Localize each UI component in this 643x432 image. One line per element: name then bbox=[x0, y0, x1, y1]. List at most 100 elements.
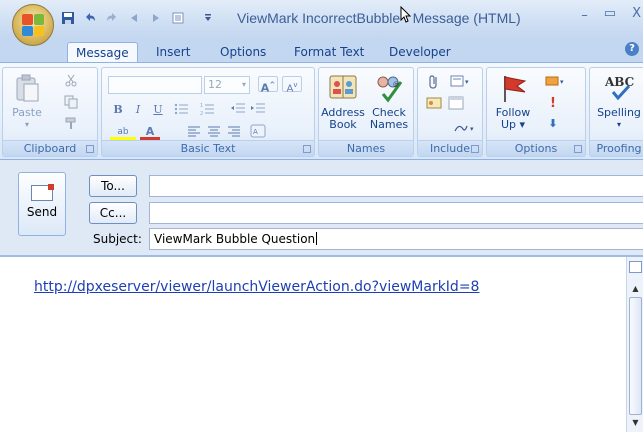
font-name-combo[interactable] bbox=[108, 76, 202, 94]
categorize-icon[interactable]: ▾ bbox=[543, 74, 569, 90]
message-body[interactable]: http://dpxeserver/viewer/launchViewerAct… bbox=[0, 256, 643, 432]
tab-format-text[interactable]: Format Text bbox=[286, 42, 372, 62]
print-preview-icon[interactable] bbox=[170, 10, 186, 26]
align-left-icon[interactable] bbox=[186, 124, 202, 140]
svg-text:1: 1 bbox=[200, 103, 203, 109]
check-names-button[interactable]: @ Check Names bbox=[367, 72, 411, 131]
italic-button[interactable]: I bbox=[130, 102, 146, 118]
ruler-toggle-icon[interactable] bbox=[629, 261, 642, 273]
tab-developer[interactable]: Developer bbox=[381, 42, 459, 62]
proofing-group: ABC Spelling ▾ Proofing bbox=[589, 67, 643, 157]
vertical-scrollbar[interactable]: ▲ ▼ bbox=[626, 257, 643, 432]
spelling-abc-icon: ABC bbox=[603, 72, 635, 104]
format-painter-icon[interactable] bbox=[63, 116, 79, 132]
check-names-icon: @ bbox=[373, 72, 405, 104]
customize-toolbar-icon[interactable] bbox=[200, 10, 216, 26]
send-label: Send bbox=[26, 205, 58, 219]
ribbon-tabs: Message Insert Options Format Text Devel… bbox=[0, 38, 643, 62]
underline-button[interactable]: U bbox=[150, 102, 166, 118]
tab-options[interactable]: Options bbox=[212, 42, 274, 62]
address-book-button[interactable]: Address Book bbox=[321, 72, 365, 131]
attach-file-icon[interactable] bbox=[426, 74, 442, 90]
business-card-icon[interactable] bbox=[426, 96, 442, 112]
subject-label: Subject: bbox=[93, 232, 142, 246]
send-icon bbox=[31, 184, 54, 201]
clipboard-group: Paste ▾ Clipboard bbox=[2, 67, 98, 157]
title-bar: ViewMark IncorrectBubble - Message (HTML… bbox=[0, 0, 643, 38]
subject-value: ViewMark Bubble Question bbox=[154, 232, 316, 246]
include-dialog-launcher[interactable] bbox=[471, 145, 479, 153]
next-item-icon[interactable] bbox=[148, 10, 164, 26]
office-button[interactable] bbox=[12, 4, 54, 46]
svg-text:▾: ▾ bbox=[465, 78, 469, 86]
signature-icon[interactable]: ▾ bbox=[452, 120, 478, 136]
svg-text:▾: ▾ bbox=[470, 125, 474, 133]
send-button[interactable]: Send bbox=[18, 172, 66, 236]
font-color-button[interactable]: A bbox=[140, 124, 160, 140]
maximize-button[interactable]: ▭ bbox=[604, 6, 616, 23]
help-icon[interactable]: ? bbox=[625, 42, 639, 56]
include-group: ▾ ▾ Include bbox=[417, 67, 483, 157]
scroll-up-arrow-icon[interactable]: ▲ bbox=[630, 283, 641, 294]
window-controls: – ▭ X bbox=[581, 6, 643, 23]
address-book-icon bbox=[327, 72, 359, 104]
quick-access-toolbar bbox=[60, 10, 216, 26]
cc-button[interactable]: Cc... bbox=[89, 202, 137, 224]
copy-icon[interactable] bbox=[63, 95, 79, 111]
options-dialog-launcher[interactable] bbox=[574, 145, 582, 153]
increase-indent-icon[interactable] bbox=[250, 102, 266, 118]
redo-icon[interactable] bbox=[104, 10, 120, 26]
viewer-link[interactable]: http://dpxeserver/viewer/launchViewerAct… bbox=[34, 279, 479, 295]
message-header: Send To... Cc... Subject: ViewMark Bubbl… bbox=[0, 160, 643, 256]
calendar-icon[interactable] bbox=[448, 96, 464, 112]
undo-icon[interactable] bbox=[82, 10, 98, 26]
attach-item-icon[interactable]: ▾ bbox=[448, 74, 474, 90]
basic-text-group: 12 ▾ A^ Av B I U 12 ab A A Basic Text bbox=[101, 67, 315, 157]
tab-message[interactable]: Message bbox=[67, 42, 138, 62]
bold-button[interactable]: B bbox=[110, 102, 126, 118]
tab-insert[interactable]: Insert bbox=[148, 42, 198, 62]
numbering-icon[interactable]: 12 bbox=[200, 102, 216, 118]
cut-icon[interactable] bbox=[63, 74, 79, 90]
importance-low-button[interactable]: ⬇ bbox=[545, 116, 561, 132]
follow-up-flag-icon bbox=[497, 72, 529, 104]
align-center-icon[interactable] bbox=[206, 124, 222, 140]
importance-high-button[interactable]: ! bbox=[545, 96, 561, 112]
clipboard-group-label: Clipboard bbox=[3, 140, 97, 156]
basic-text-dialog-launcher[interactable] bbox=[303, 145, 311, 153]
proofing-group-label: Proofing bbox=[590, 140, 643, 156]
close-button[interactable]: X bbox=[632, 6, 641, 23]
previous-item-icon[interactable] bbox=[126, 10, 142, 26]
svg-text:@: @ bbox=[393, 81, 399, 88]
svg-text:▾: ▾ bbox=[560, 78, 564, 86]
paste-icon bbox=[11, 72, 43, 104]
office-logo-icon bbox=[22, 14, 44, 36]
clipboard-dialog-launcher[interactable] bbox=[86, 145, 94, 153]
spelling-button[interactable]: ABC Spelling ▾ bbox=[592, 72, 643, 131]
align-right-icon[interactable] bbox=[226, 124, 242, 140]
minimize-button[interactable]: – bbox=[581, 8, 588, 23]
subject-field[interactable]: ViewMark Bubble Question bbox=[149, 228, 643, 250]
grow-font-button[interactable]: A^ bbox=[258, 76, 278, 95]
decrease-indent-icon[interactable] bbox=[230, 102, 246, 118]
follow-up-button[interactable]: Follow Up ▾ bbox=[491, 72, 535, 131]
svg-text:A: A bbox=[253, 128, 258, 136]
svg-text:2: 2 bbox=[200, 111, 203, 116]
options-group-label: Options bbox=[487, 140, 585, 156]
font-size-combo[interactable]: 12 ▾ bbox=[204, 76, 250, 94]
scroll-down-arrow-icon[interactable]: ▼ bbox=[630, 417, 641, 428]
names-group: Address Book @ Check Names Names bbox=[318, 67, 414, 157]
to-field[interactable] bbox=[149, 175, 643, 197]
cc-field[interactable] bbox=[149, 202, 643, 224]
text-caret bbox=[316, 232, 318, 245]
names-group-label: Names bbox=[319, 140, 413, 156]
save-icon[interactable] bbox=[60, 10, 76, 26]
highlight-button[interactable]: ab bbox=[110, 124, 136, 140]
shrink-font-button[interactable]: Av bbox=[282, 76, 302, 94]
ribbon: Paste ▾ Clipboard 12 ▾ A^ Av B I U 1 2 a… bbox=[0, 62, 643, 160]
bullets-icon[interactable] bbox=[174, 102, 190, 118]
styles-icon[interactable]: A bbox=[250, 124, 266, 140]
paste-button[interactable]: Paste ▾ bbox=[7, 72, 47, 131]
to-button[interactable]: To... bbox=[89, 175, 137, 197]
scroll-thumb[interactable] bbox=[629, 297, 642, 415]
